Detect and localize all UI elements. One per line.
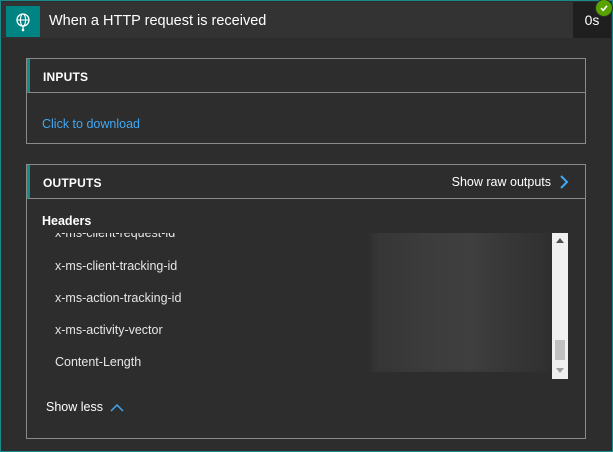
scroll-up-arrow-icon[interactable] [552,234,568,248]
inputs-panel: INPUTS Click to download [26,58,586,144]
card-title: When a HTTP request is received [49,13,267,29]
outputs-header: OUTPUTS Show raw outputs [27,165,585,199]
show-less-button[interactable]: Show less [46,400,124,414]
scroll-down-arrow-icon[interactable] [552,364,568,378]
headers-scrollbar[interactable] [552,233,568,379]
header-row: Content-Length [55,355,142,369]
header-row: x-ms-client-request-id [55,233,176,240]
inputs-header: INPUTS [27,59,585,93]
show-raw-outputs-label: Show raw outputs [451,175,551,189]
show-raw-outputs-button[interactable]: Show raw outputs [452,174,569,190]
globe-request-icon [6,6,40,37]
scrollbar-thumb[interactable] [555,340,565,360]
header-row: x-ms-client-tracking-id [55,259,178,273]
chevron-up-icon [110,403,124,412]
download-link[interactable]: Click to download [42,117,140,131]
redacted-header-values [372,233,550,372]
outputs-panel: OUTPUTS Show raw outputs Headers x-ms-cl… [26,164,586,439]
headers-list[interactable]: x-ms-client-request-id x-ms-client-track… [42,233,553,372]
header-row: x-ms-activity-vector [55,323,163,337]
show-less-label: Show less [46,400,103,414]
inputs-title: INPUTS [43,70,89,84]
card-header[interactable]: When a HTTP request is received 0s [2,2,611,38]
action-card: When a HTTP request is received 0s INPUT… [0,0,613,452]
chevron-right-icon [560,175,569,189]
outputs-title: OUTPUTS [43,176,102,190]
headers-label: Headers [42,214,92,228]
header-row: x-ms-action-tracking-id [55,291,182,305]
